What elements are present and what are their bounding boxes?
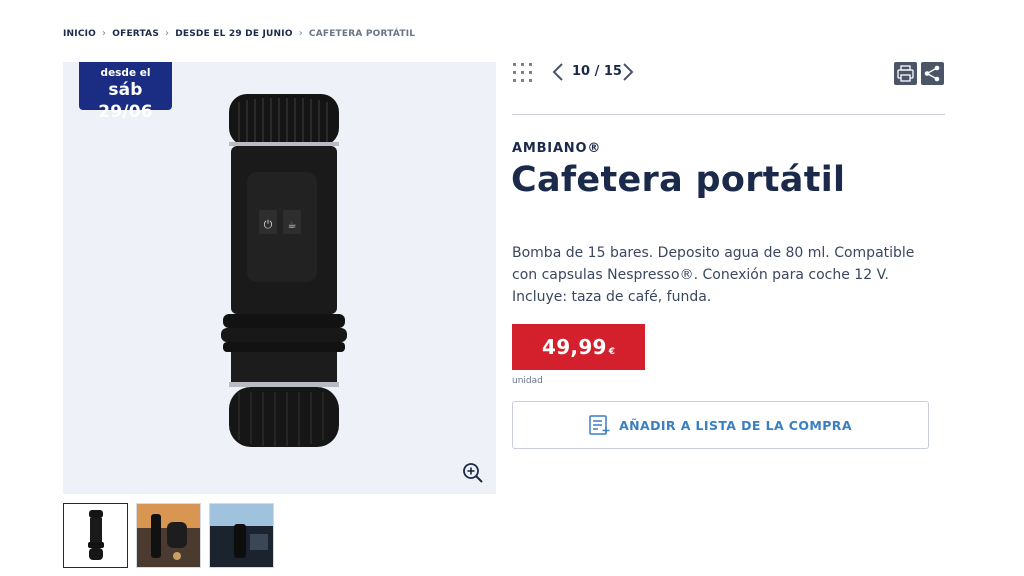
price-unit: unidad <box>512 376 543 386</box>
thumbnail-3[interactable] <box>209 503 274 568</box>
zoom-in-icon[interactable] <box>462 462 484 484</box>
svg-text:☕: ☕ <box>288 220 297 231</box>
price-value: 49,99 <box>541 335 607 359</box>
breadcrumb: INICIO › OFERTAS › DESDE EL 29 DE JUNIO … <box>63 28 415 39</box>
product-brand: AMBIANO® <box>512 141 602 156</box>
breadcrumb-inicio[interactable]: INICIO <box>63 29 96 39</box>
breadcrumb-desde[interactable]: DESDE EL 29 DE JUNIO <box>175 29 292 39</box>
chevron-right-icon: › <box>298 28 303 39</box>
date-badge: desde el sáb 29/06 <box>79 62 172 122</box>
breadcrumb-current: CAFETERA PORTÁTIL <box>308 28 416 39</box>
print-icon[interactable] <box>894 62 917 85</box>
gallery-counter: 10 / 15 <box>572 64 622 79</box>
product-title: Cafetera portátil <box>511 160 846 200</box>
price-currency: € <box>608 347 616 357</box>
product-image-gallery[interactable]: ⏻ ☕ desde el sáb 29/06 <box>63 62 496 494</box>
date-badge-prefix: desde el <box>100 67 151 79</box>
breadcrumb-ofertas[interactable]: OFERTAS <box>112 29 159 39</box>
product-description: Bomba de 15 bares. Deposito agua de 80 m… <box>512 245 915 305</box>
date-badge-date: sáb 29/06 <box>98 80 153 122</box>
thumbnail-strip <box>63 503 274 568</box>
chevron-right-icon[interactable] <box>620 61 636 83</box>
product-nav-row: 10 / 15 <box>512 60 945 88</box>
product-image: ⏻ ☕ <box>221 94 347 447</box>
grid-icon[interactable] <box>512 62 534 84</box>
svg-text:⏻: ⏻ <box>264 218 273 231</box>
thumbnail-2[interactable] <box>136 503 201 568</box>
add-to-shopping-list-button[interactable]: AÑADIR A LISTA DE LA COMPRA <box>512 401 929 449</box>
chevron-left-icon[interactable] <box>550 61 566 83</box>
thumbnail-1[interactable] <box>63 503 128 568</box>
add-to-shopping-list-label: AÑADIR A LISTA DE LA COMPRA <box>619 417 852 433</box>
divider <box>512 114 945 115</box>
shopping-list-icon <box>589 415 611 435</box>
share-icon[interactable] <box>921 62 944 85</box>
price-box: 49,99 € <box>512 324 645 370</box>
chevron-right-icon: › <box>165 28 170 39</box>
chevron-right-icon: › <box>102 28 107 39</box>
